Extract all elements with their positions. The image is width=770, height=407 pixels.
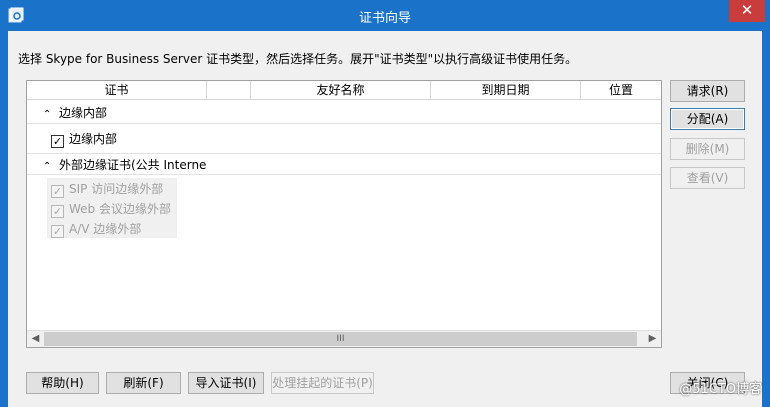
column-header-location[interactable]: 位置 bbox=[581, 81, 661, 100]
column-header-blank[interactable] bbox=[207, 81, 251, 100]
list-item: ✓ SIP 访问边缘外部 bbox=[51, 179, 163, 199]
title-bar[interactable]: 证书向导 ✕ bbox=[0, 0, 770, 31]
item-label: Web 会议边缘外部 bbox=[69, 202, 171, 216]
window-title: 证书向导 bbox=[358, 11, 411, 26]
collapse-chevron-icon[interactable]: ⌃ bbox=[43, 156, 59, 178]
remove-button[interactable]: 删除(M) bbox=[670, 138, 745, 160]
group-label: 外部边缘证书(公共 Interne bbox=[59, 158, 207, 172]
checkbox-checked-disabled: ✓ bbox=[51, 185, 64, 198]
refresh-button[interactable]: 刷新(F) bbox=[106, 372, 181, 394]
list-item: ✓ Web 会议边缘外部 bbox=[51, 199, 171, 219]
list-header: 证书 友好名称 到期日期 位置 bbox=[27, 81, 661, 100]
import-certificate-button[interactable]: 导入证书(I) bbox=[188, 372, 264, 394]
item-label: SIP 访问边缘外部 bbox=[69, 182, 164, 196]
collapse-chevron-icon[interactable]: ⌃ bbox=[43, 104, 59, 126]
watermark: @51CTO博客 bbox=[679, 382, 762, 397]
horizontal-scrollbar[interactable]: ◀ III ▶ bbox=[27, 330, 661, 347]
column-header-friendly-name[interactable]: 友好名称 bbox=[251, 81, 431, 100]
checkbox-checked-disabled: ✓ bbox=[51, 205, 64, 218]
view-button[interactable]: 查看(V) bbox=[670, 167, 745, 189]
group-edge-internal[interactable]: ⌃ 边缘内部 bbox=[27, 102, 661, 124]
checkbox-checked[interactable]: ✓ bbox=[51, 135, 64, 148]
certificate-wizard-window: 证书向导 ✕ 选择 Skype for Business Server 证书类型… bbox=[0, 0, 770, 407]
scroll-right-arrow-icon[interactable]: ▶ bbox=[644, 331, 661, 347]
checkbox-checked-disabled: ✓ bbox=[51, 225, 64, 238]
request-button[interactable]: 请求(R) bbox=[670, 80, 745, 102]
close-window-button[interactable]: ✕ bbox=[729, 0, 765, 22]
item-label: A/V 边缘外部 bbox=[69, 222, 142, 236]
process-pending-button[interactable]: 处理挂起的证书(P) bbox=[271, 372, 374, 394]
help-button[interactable]: 帮助(H) bbox=[26, 372, 99, 394]
column-header-expiry-date[interactable]: 到期日期 bbox=[431, 81, 581, 100]
scroll-left-arrow-icon[interactable]: ◀ bbox=[27, 331, 44, 347]
certificate-list[interactable]: 证书 友好名称 到期日期 位置 ⌃ 边缘内部 ✓ 边缘内部 ⌃ 外部边缘证书(公共 I… bbox=[26, 80, 662, 348]
item-label: 边缘内部 bbox=[69, 132, 118, 146]
assign-button[interactable]: 分配(A) bbox=[670, 108, 745, 130]
scroll-thumb[interactable]: III bbox=[44, 332, 637, 346]
group-external-edge[interactable]: ⌃ 外部边缘证书(公共 Interne bbox=[27, 153, 661, 175]
instruction-text: 选择 Skype for Business Server 证书类型，然后选择任务… bbox=[18, 52, 578, 66]
column-header-certificate[interactable]: 证书 bbox=[27, 81, 207, 100]
group-label: 边缘内部 bbox=[59, 106, 108, 120]
list-item[interactable]: ✓ 边缘内部 bbox=[51, 129, 117, 149]
list-item: ✓ A/V 边缘外部 bbox=[51, 219, 141, 239]
